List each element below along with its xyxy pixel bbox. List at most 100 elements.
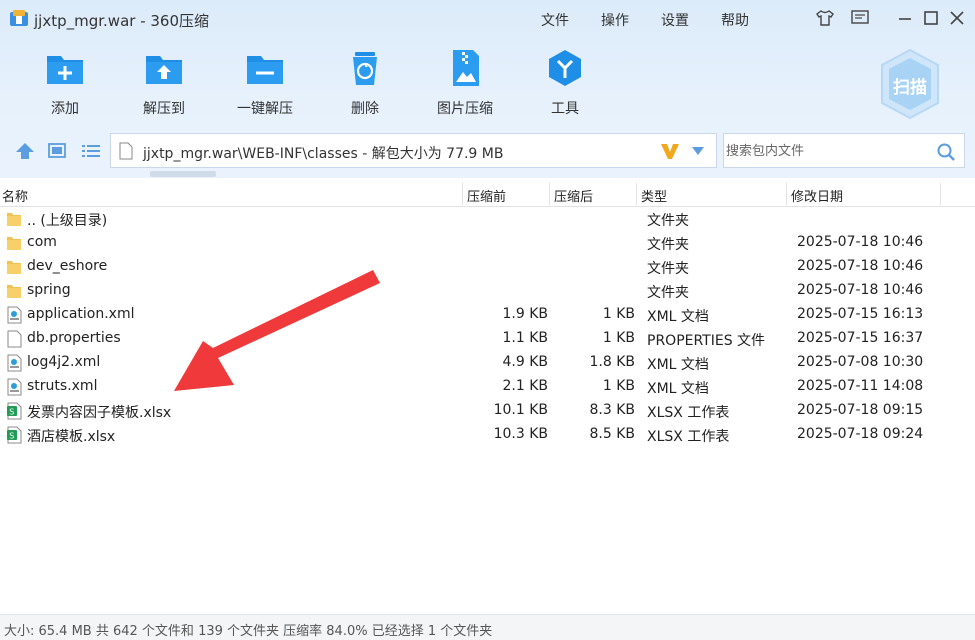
column-type[interactable]: 类型 (641, 186, 667, 205)
xml-file-icon (7, 354, 22, 372)
table-row[interactable]: dev_eshore 文件夹 2025-07-18 10:46 (0, 255, 975, 279)
thumbnail-view-icon[interactable] (46, 141, 68, 161)
scan-button[interactable]: 扫描 (878, 48, 942, 120)
table-row[interactable]: .. (上级目录) 文件夹 (0, 207, 975, 231)
list-view-icon[interactable] (80, 141, 102, 161)
chevron-down-icon[interactable] (691, 146, 705, 156)
folder-icon (7, 237, 21, 250)
search-box[interactable] (723, 133, 965, 168)
xlsx-file-icon: S (7, 402, 22, 420)
document-icon (119, 142, 133, 160)
packed-size: 1.9 KB (502, 306, 549, 322)
xml-file-icon (7, 306, 22, 324)
svg-text:S: S (9, 407, 14, 416)
tools-button[interactable]: 工具 (525, 48, 605, 118)
search-icon[interactable] (936, 142, 956, 162)
modified-date: 2025-07-18 10:46 (797, 234, 924, 250)
file-type: XML 文档 (647, 309, 709, 325)
maximize-icon[interactable] (921, 8, 941, 28)
table-row[interactable]: application.xml 1.9 KB 1 KB XML 文档 2025-… (0, 303, 975, 327)
xlsx-file-icon: S (7, 426, 22, 444)
close-icon[interactable] (947, 8, 967, 28)
packed-size: 10.3 KB (493, 426, 548, 442)
column-divider[interactable] (636, 183, 637, 205)
column-divider[interactable] (940, 183, 941, 205)
file-name: db.properties (27, 330, 121, 346)
file-type: XML 文档 (647, 357, 709, 373)
table-row[interactable]: db.properties 1.1 KB 1 KB PROPERTIES 文件 … (0, 327, 975, 351)
modified-date: 2025-07-15 16:37 (797, 330, 924, 346)
column-modified[interactable]: 修改日期 (791, 186, 843, 205)
modified-date: 2025-07-11 14:08 (797, 378, 924, 394)
table-row[interactable]: S 发票内容因子模板.xlsx 10.1 KB 8.3 KB XLSX 工作表 … (0, 399, 975, 423)
delete-button[interactable]: 删除 (325, 48, 405, 118)
modified-date: 2025-07-18 10:46 (797, 258, 924, 274)
title-bar[interactable]: jjxtp_mgr.war - 360压缩 文件 操作 设置 帮助 (0, 0, 975, 36)
table-row[interactable]: struts.xml 2.1 KB 1 KB XML 文档 2025-07-11… (0, 375, 975, 399)
table-row[interactable]: spring 文件夹 2025-07-18 10:46 (0, 279, 975, 303)
file-name: dev_eshore (27, 258, 108, 274)
column-divider[interactable] (549, 183, 550, 205)
column-name[interactable]: 名称 (2, 186, 28, 205)
file-icon (7, 330, 22, 348)
file-type: 文件夹 (647, 213, 689, 229)
menu-file[interactable]: 文件 (541, 10, 569, 30)
column-divider[interactable] (786, 183, 787, 205)
image-zip-icon (453, 50, 479, 86)
column-divider[interactable] (462, 183, 463, 205)
image-compress-label: 图片压缩 (437, 101, 493, 117)
packed-size: 2.1 KB (502, 378, 549, 394)
column-original[interactable]: 压缩后 (554, 186, 593, 205)
modified-date: 2025-07-18 09:15 (797, 402, 924, 418)
folder-icon (7, 261, 21, 274)
address-bar[interactable]: jjxtp_mgr.war\WEB-INF\classes - 解包大小为 77… (110, 133, 717, 168)
top-panel: jjxtp_mgr.war - 360压缩 文件 操作 设置 帮助 添加 解压到… (0, 0, 975, 178)
add-button[interactable]: 添加 (25, 48, 105, 118)
table-row[interactable]: S 酒店模板.xlsx 10.3 KB 8.5 KB XLSX 工作表 2025… (0, 423, 975, 447)
packed-size: 4.9 KB (502, 354, 549, 370)
file-type: XLSX 工作表 (647, 429, 730, 445)
extract-to-button[interactable]: 解压到 (124, 48, 204, 118)
folder-icon (7, 285, 21, 298)
table-row[interactable]: com 文件夹 2025-07-18 10:46 (0, 231, 975, 255)
file-type: 文件夹 (647, 261, 689, 277)
file-name: .. (上级目录) (27, 213, 108, 229)
recycle-bin-icon (353, 52, 377, 85)
delete-label: 删除 (351, 101, 379, 117)
up-arrow-icon[interactable] (14, 141, 36, 161)
one-click-extract-label: 一键解压 (237, 101, 293, 117)
file-type: XLSX 工作表 (647, 405, 730, 421)
horizontal-scroll-thumb[interactable] (150, 171, 216, 177)
extract-to-label: 解压到 (143, 101, 185, 117)
table-row[interactable]: log4j2.xml 4.9 KB 1.8 KB XML 文档 2025-07-… (0, 351, 975, 375)
file-name: struts.xml (27, 378, 98, 394)
menu-operation[interactable]: 操作 (601, 10, 629, 30)
original-size: 8.3 KB (589, 402, 636, 418)
file-type: PROPERTIES 文件 (647, 333, 766, 349)
archive-path: jjxtp_mgr.war\WEB-INF\classes - 解包大小为 77… (143, 146, 504, 162)
v-logo-icon[interactable] (659, 141, 681, 161)
modified-date: 2025-07-18 09:24 (797, 426, 924, 442)
original-size: 1 KB (602, 306, 635, 322)
menu-settings[interactable]: 设置 (661, 10, 689, 30)
status-text: 大小: 65.4 MB 共 642 个文件和 139 个文件夹 压缩率 84.0… (4, 624, 493, 639)
search-input[interactable] (726, 140, 926, 162)
column-header: 名称 压缩前 压缩后 类型 修改日期 (0, 181, 975, 207)
tools-label: 工具 (551, 101, 579, 117)
image-compress-button[interactable]: 图片压缩 (425, 48, 505, 118)
original-size: 8.5 KB (589, 426, 636, 442)
minimize-icon[interactable] (895, 8, 915, 28)
column-packed[interactable]: 压缩前 (467, 186, 506, 205)
file-name: com (27, 234, 57, 250)
xml-file-icon (7, 378, 22, 396)
one-click-extract-button[interactable]: 一键解压 (225, 48, 305, 118)
folder-icon (7, 213, 21, 226)
file-name: 发票内容因子模板.xlsx (27, 405, 172, 421)
feedback-icon[interactable] (850, 8, 870, 28)
skin-icon[interactable] (815, 8, 835, 28)
file-type: 文件夹 (647, 285, 689, 301)
file-type: XML 文档 (647, 381, 709, 397)
status-bar: 大小: 65.4 MB 共 642 个文件和 139 个文件夹 压缩率 84.0… (0, 614, 975, 640)
menu-help[interactable]: 帮助 (721, 10, 749, 30)
one-click-extract-icon (247, 56, 283, 84)
